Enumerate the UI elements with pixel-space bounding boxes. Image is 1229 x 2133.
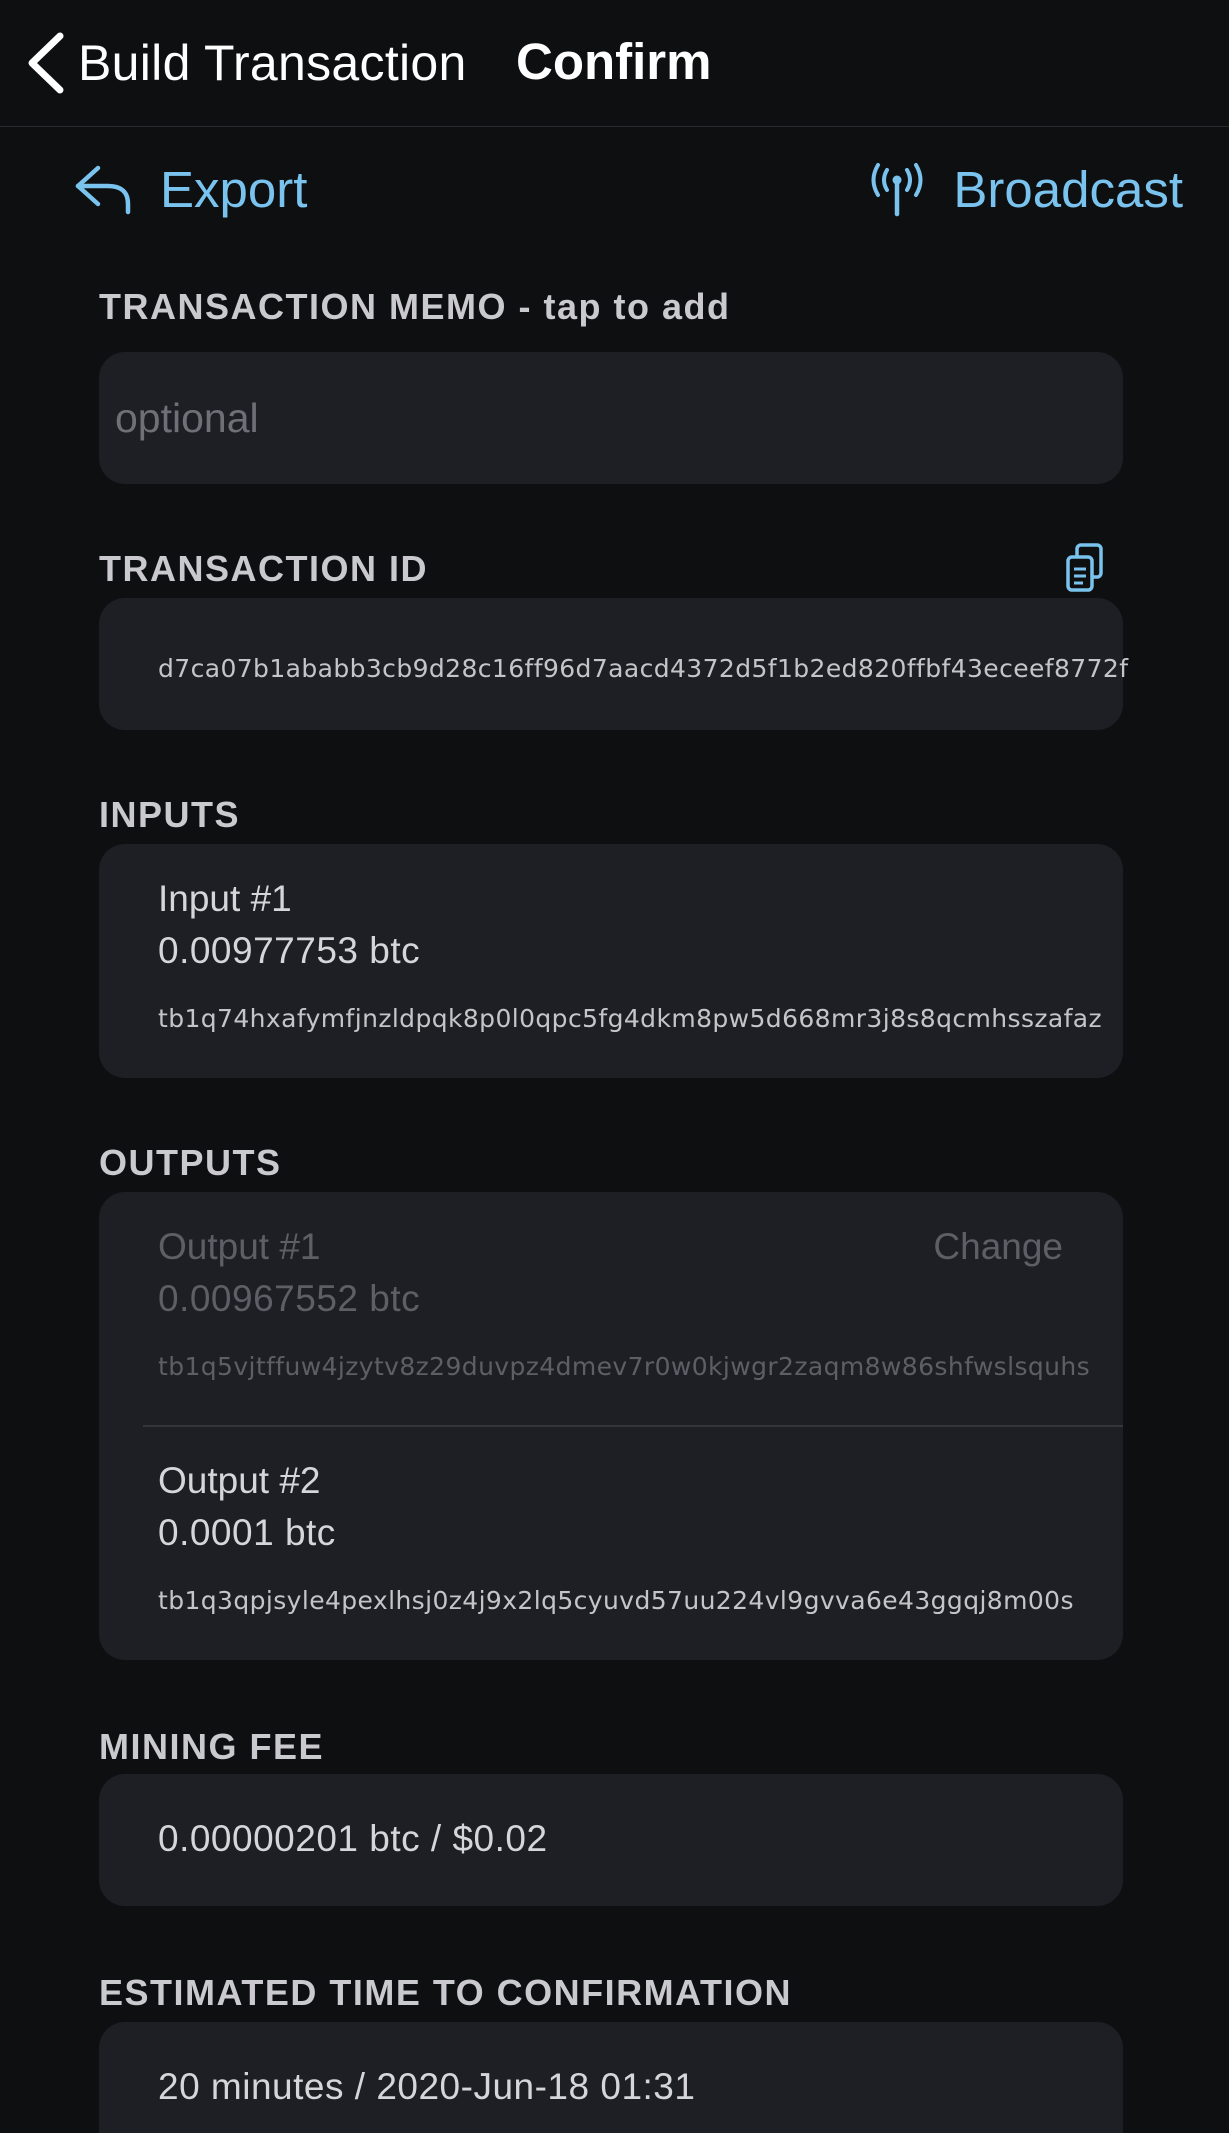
memo-input[interactable]: [113, 352, 1107, 484]
input-amount: 0.00977753 btc: [158, 930, 421, 971]
inputs-section-label: INPUTS: [99, 794, 241, 835]
divider: [143, 1425, 1123, 1427]
navigation-bar: Build Transaction Confirm: [0, 0, 1229, 127]
transaction-id-card: d7ca07b1ababb3cb9d28c16ff96d7aacd4372d5f…: [99, 598, 1128, 730]
export-label: Export: [160, 161, 308, 218]
change-badge: Change: [933, 1226, 1063, 1267]
page-title: Confirm: [516, 33, 712, 90]
broadcast-label: Broadcast: [953, 161, 1183, 218]
transaction-id-value[interactable]: d7ca07b1ababb3cb9d28c16ff96d7aacd4372d5f…: [158, 654, 1128, 683]
action-toolbar: Export Broadcast: [0, 150, 1229, 230]
transaction-id-label: TRANSACTION ID: [99, 548, 428, 589]
inputs-card: Input #1 0.00977753 btc tb1q74hxafymfjnz…: [99, 844, 1123, 1078]
output-amount: 0.00967552 btc: [158, 1278, 421, 1319]
output-amount: 0.0001 btc: [158, 1512, 336, 1553]
chevron-left-icon: [28, 32, 64, 94]
memo-card: [99, 352, 1123, 484]
output-address: tb1q5vjtffuw4jzytv8z29duvpz4dmev7r0w0kjw…: [158, 1352, 1091, 1381]
copy-icon[interactable]: [1064, 542, 1106, 594]
antenna-icon: [871, 162, 923, 216]
eta-value: 20 minutes / 2020-Jun-18 01:31: [158, 2066, 696, 2107]
memo-section-label: TRANSACTION MEMO - tap to add: [99, 286, 731, 327]
back-button-label: Build Transaction: [78, 35, 467, 91]
export-button[interactable]: Export: [74, 160, 307, 219]
eta-card: 20 minutes / 2020-Jun-18 01:31: [99, 2022, 1123, 2133]
outputs-card: Output #1 Change 0.00967552 btc tb1q5vjt…: [99, 1192, 1123, 1660]
output-title: Output #2: [158, 1460, 321, 1501]
back-button[interactable]: Build Transaction: [24, 28, 467, 98]
mining-fee-card: 0.00000201 btc / $0.02: [99, 1774, 1123, 1906]
broadcast-button[interactable]: Broadcast: [869, 160, 1183, 219]
outputs-section-label: OUTPUTS: [99, 1142, 282, 1183]
output-title: Output #1: [158, 1226, 321, 1267]
mining-fee-label: MINING FEE: [99, 1726, 325, 1767]
mining-fee-value: 0.00000201 btc / $0.02: [158, 1818, 548, 1859]
input-title: Input #1: [158, 878, 292, 919]
reply-arrow-icon: [75, 165, 131, 214]
output-address: tb1q3qpjsyle4pexlhsj0z4j9x2lq5cyuvd57uu2…: [158, 1586, 1074, 1615]
input-address: tb1q74hxafymfjnzldpqk8p0l0qpc5fg4dkm8pw5…: [158, 1004, 1103, 1033]
eta-label: ESTIMATED TIME TO CONFIRMATION: [99, 1972, 792, 2013]
